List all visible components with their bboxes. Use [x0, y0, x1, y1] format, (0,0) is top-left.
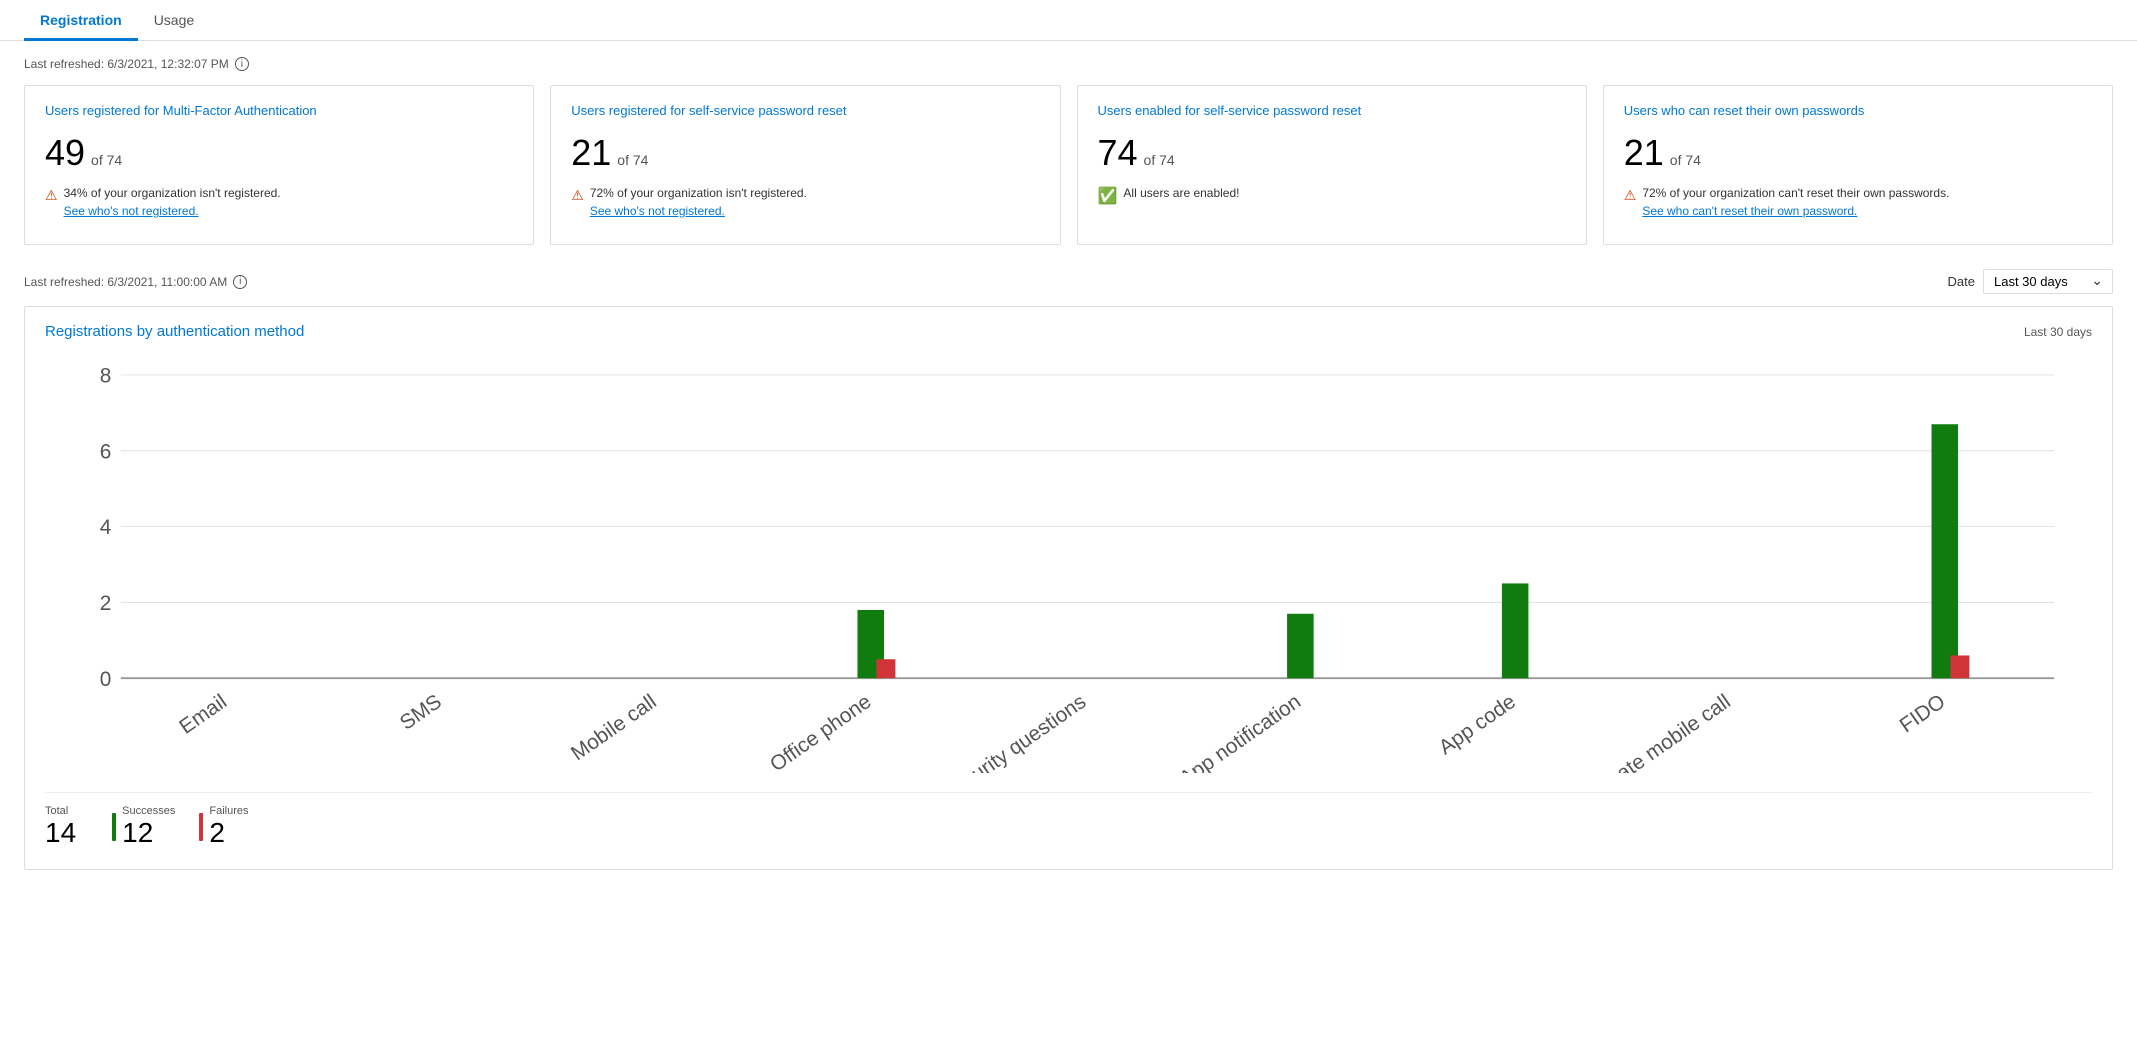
card-sspr-enabled: Users enabled for self-service password …	[1077, 85, 1587, 245]
card-warning-text-mfa: 34% of your organization isn't registere…	[64, 186, 281, 218]
legend-successes-value: 12	[122, 817, 175, 849]
tab-usage[interactable]: Usage	[138, 0, 210, 41]
date-select[interactable]: Last 30 daysLast 7 daysLast 24 hours	[1983, 269, 2113, 294]
svg-text:8: 8	[100, 365, 112, 388]
card-count-sspr-enabled: 74 of 74	[1098, 132, 1566, 174]
svg-text:2: 2	[100, 592, 112, 615]
card-mfa: Users registered for Multi-Factor Authen…	[24, 85, 534, 245]
card-warning-sspr-enabled: ✅ All users are enabled!	[1098, 186, 1566, 206]
card-warn-text-sspr-can-reset: 72% of your organization can't reset the…	[1642, 186, 1949, 200]
svg-text:App code: App code	[1435, 690, 1520, 759]
card-link-sspr-can-reset[interactable]: See who can't reset their own password.	[1642, 204, 1949, 218]
tab-registration[interactable]: Registration	[24, 0, 138, 41]
svg-text:Mobile call: Mobile call	[567, 690, 661, 765]
svg-text:FIDO: FIDO	[1896, 690, 1950, 737]
svg-text:Security questions: Security questions	[938, 690, 1091, 773]
card-count-sspr-can-reset: 21 of 74	[1624, 132, 2092, 174]
svg-text:SMS: SMS	[396, 690, 446, 735]
svg-text:Alternate mobile call: Alternate mobile call	[1568, 690, 1735, 773]
date-select-wrapper: Last 30 daysLast 7 daysLast 24 hours	[1983, 269, 2113, 294]
card-title-mfa[interactable]: Users registered for Multi-Factor Authen…	[45, 102, 513, 120]
card-big-num-sspr-enabled: 74	[1098, 132, 1138, 174]
top-refresh-label: Last refreshed: 6/3/2021, 12:32:07 PM i	[24, 57, 2113, 71]
card-link-sspr-registered[interactable]: See who's not registered.	[590, 204, 807, 218]
card-sspr-registered: Users registered for self-service passwo…	[550, 85, 1060, 245]
card-of-total-sspr-can-reset: of 74	[1670, 152, 1701, 168]
section-header: Last refreshed: 6/3/2021, 11:00:00 AM i …	[24, 269, 2113, 294]
chart-legend: Total 14 Successes 12 Failures 2	[45, 792, 2092, 849]
svg-text:Email: Email	[175, 690, 231, 739]
legend-failures-info: Failures 2	[209, 805, 248, 849]
card-warning-text-sspr-can-reset: 72% of your organization can't reset the…	[1642, 186, 1949, 218]
date-label: Date	[1948, 274, 1975, 289]
legend-successes: Successes 12	[112, 805, 175, 849]
legend-total-value: 14	[45, 817, 76, 849]
card-of-total-sspr-registered: of 74	[617, 152, 648, 168]
success-icon-sspr-enabled: ✅	[1098, 186, 1118, 206]
chart-info-icon[interactable]: i	[233, 275, 247, 289]
card-title-sspr-can-reset[interactable]: Users who can reset their own passwords	[1624, 102, 2092, 120]
legend-success-bar	[112, 813, 116, 841]
card-title-sspr-registered[interactable]: Users registered for self-service passwo…	[571, 102, 1039, 120]
card-warning-text-sspr-registered: 72% of your organization isn't registere…	[590, 186, 807, 218]
card-count-sspr-registered: 21 of 74	[571, 132, 1039, 174]
card-big-num-sspr-registered: 21	[571, 132, 611, 174]
svg-text:4: 4	[100, 516, 112, 539]
card-count-mfa: 49 of 74	[45, 132, 513, 174]
main-content: Last refreshed: 6/3/2021, 12:32:07 PM i …	[0, 41, 2137, 886]
svg-text:6: 6	[100, 440, 112, 463]
legend-total-label: Total	[45, 805, 76, 817]
card-title-sspr-enabled[interactable]: Users enabled for self-service password …	[1098, 102, 1566, 120]
card-of-total-mfa: of 74	[91, 152, 122, 168]
legend-failures: Failures 2	[199, 805, 248, 849]
card-warning-mfa: ⚠ 34% of your organization isn't register…	[45, 186, 513, 218]
card-big-num-mfa: 49	[45, 132, 85, 174]
tab-bar: Registration Usage	[0, 0, 2137, 41]
chart-container: Registrations by authentication method L…	[24, 306, 2113, 870]
legend-failures-label: Failures	[209, 805, 248, 817]
svg-text:App notification: App notification	[1175, 690, 1305, 773]
legend-successes-info: Successes 12	[122, 805, 175, 849]
card-warn-text-sspr-enabled: All users are enabled!	[1123, 186, 1239, 200]
card-warn-text-sspr-registered: 72% of your organization isn't registere…	[590, 186, 807, 200]
date-selector: Date Last 30 daysLast 7 daysLast 24 hour…	[1948, 269, 2113, 294]
summary-cards: Users registered for Multi-Factor Authen…	[24, 85, 2113, 245]
legend-failures-value: 2	[209, 817, 248, 849]
card-link-mfa[interactable]: See who's not registered.	[64, 204, 281, 218]
warn-icon-mfa: ⚠	[45, 187, 58, 204]
legend-failure-bar	[199, 813, 203, 841]
card-warning-text-sspr-enabled: All users are enabled!	[1123, 186, 1239, 200]
top-info-icon[interactable]: i	[235, 57, 249, 71]
card-big-num-sspr-can-reset: 21	[1624, 132, 1664, 174]
chart-area: 0 2 4 6 8 Email SMS Mobile call Office phone Secu…	[45, 356, 2092, 776]
svg-text:0: 0	[100, 668, 112, 691]
chart-title: Registrations by authentication method	[45, 323, 304, 340]
chart-svg: 0 2 4 6 8 Email SMS Mobile call Office phone Secu…	[45, 356, 2092, 773]
svg-text:Office phone: Office phone	[766, 690, 876, 773]
warn-icon-sspr-registered: ⚠	[571, 187, 584, 204]
chart-period: Last 30 days	[2024, 325, 2092, 339]
chart-refresh-label: Last refreshed: 6/3/2021, 11:00:00 AM i	[24, 275, 247, 289]
legend-total: Total 14	[45, 805, 76, 849]
card-of-total-sspr-enabled: of 74	[1144, 152, 1175, 168]
legend-successes-label: Successes	[122, 805, 175, 817]
card-warn-text-mfa: 34% of your organization isn't registere…	[64, 186, 281, 200]
card-sspr-can-reset: Users who can reset their own passwords 2…	[1603, 85, 2113, 245]
chart-title-row: Registrations by authentication method L…	[45, 323, 2092, 340]
card-warning-sspr-can-reset: ⚠ 72% of your organization can't reset th…	[1624, 186, 2092, 218]
warn-icon-sspr-can-reset: ⚠	[1624, 187, 1637, 204]
card-warning-sspr-registered: ⚠ 72% of your organization isn't register…	[571, 186, 1039, 218]
